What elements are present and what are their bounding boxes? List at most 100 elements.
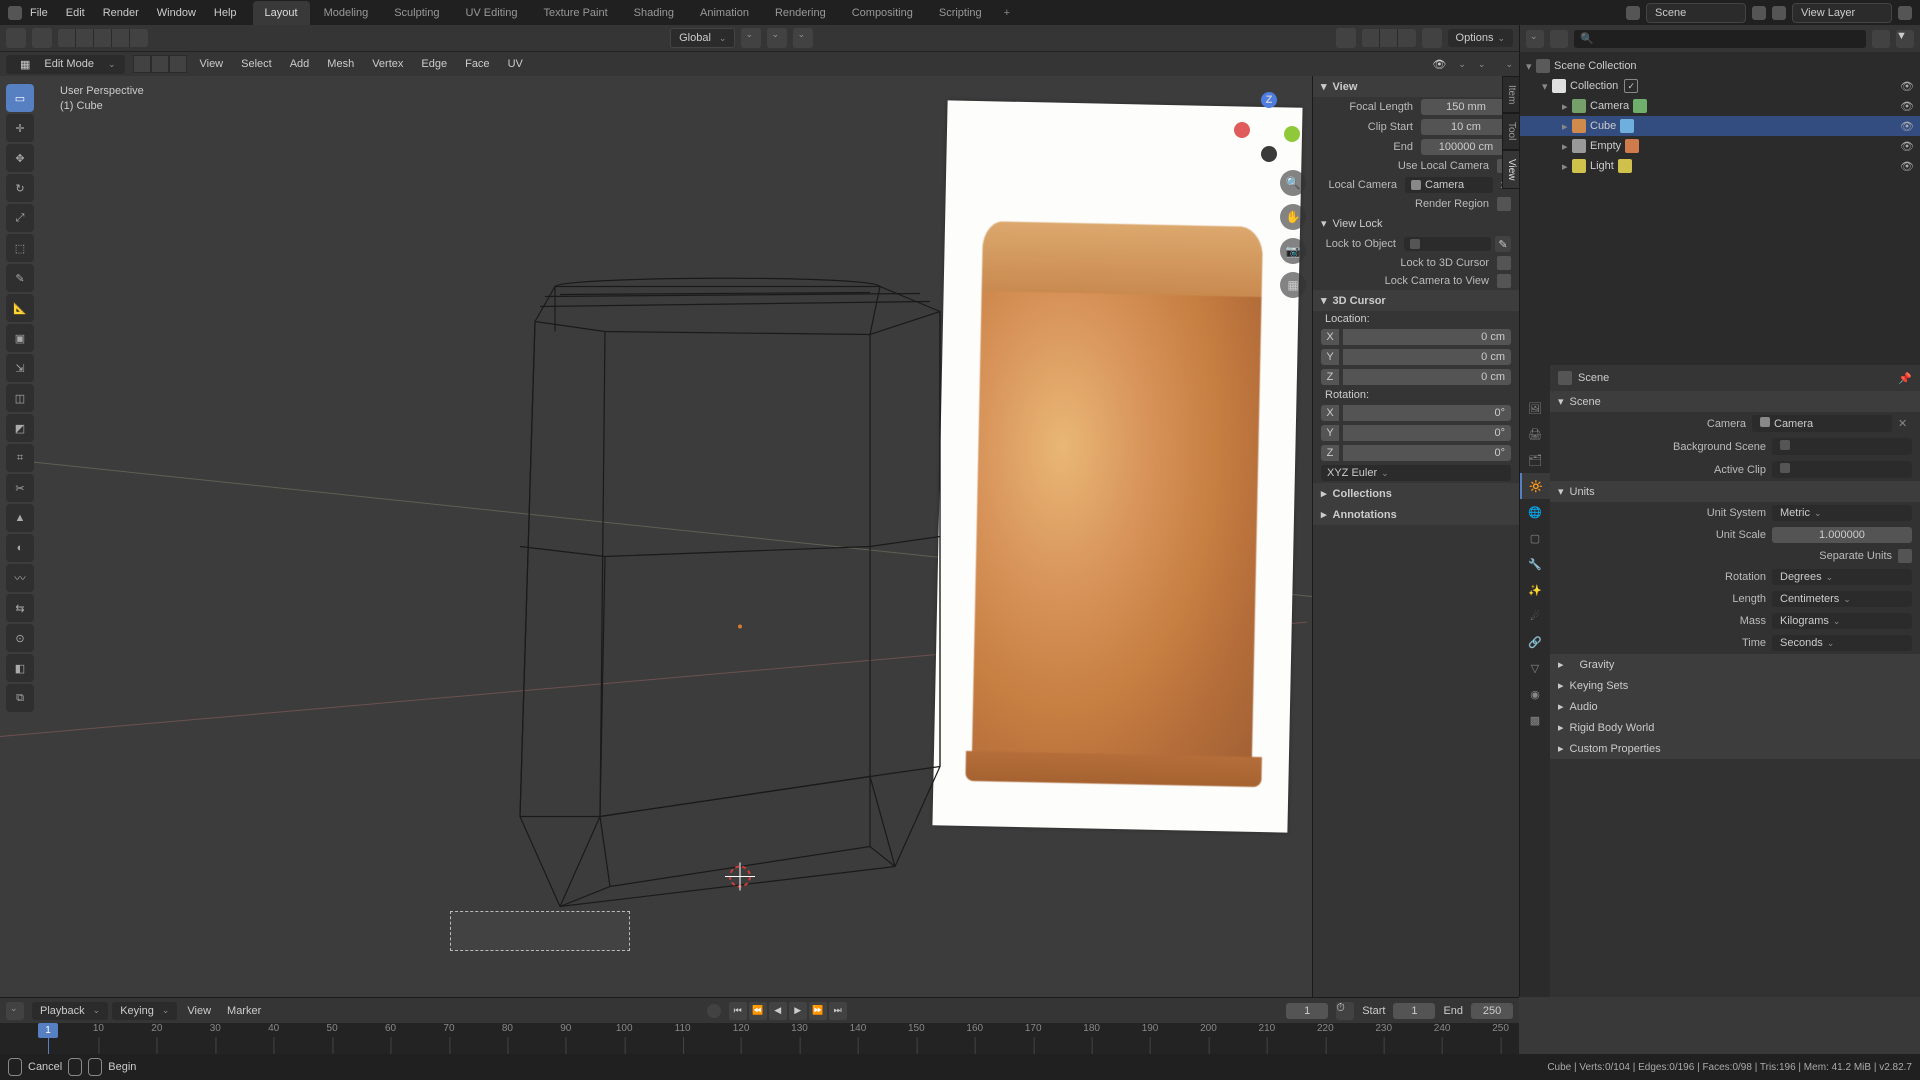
select-mode-group[interactable] bbox=[58, 29, 148, 47]
gizmo-xyz[interactable] bbox=[1362, 29, 1416, 47]
keying-section-header[interactable]: Keying Sets bbox=[1550, 675, 1920, 696]
outliner-filter-toggle-icon[interactable]: ▼ bbox=[1896, 30, 1914, 48]
time-unit-dropdown[interactable]: Seconds bbox=[1772, 635, 1912, 651]
axis-neg-z[interactable] bbox=[1261, 146, 1277, 162]
unit-system-dropdown[interactable]: Metric bbox=[1772, 505, 1912, 521]
background-scene-field[interactable] bbox=[1772, 438, 1912, 455]
end-frame-field[interactable]: 250 bbox=[1471, 1003, 1513, 1019]
3d-viewport[interactable]: User Perspective (1) Cube ▭✛✥↻⤢⬚✎📐▣⇲◫◩⌗✂… bbox=[0, 76, 1312, 997]
autokey-icon[interactable] bbox=[707, 1004, 721, 1018]
rot-x-field[interactable]: 0° bbox=[1343, 405, 1511, 421]
tool-loop-cut[interactable]: ⌗ bbox=[6, 444, 34, 472]
proportional-dropdown[interactable] bbox=[793, 28, 813, 48]
start-frame-field[interactable]: 1 bbox=[1393, 1003, 1435, 1019]
tab-texture-icon[interactable]: ▩ bbox=[1520, 707, 1550, 733]
tab-render-icon[interactable]: 🖼 bbox=[1520, 395, 1550, 421]
workspace-tab-layout[interactable]: Layout bbox=[253, 1, 310, 25]
tool-spin[interactable]: ◐ bbox=[6, 534, 34, 562]
camera-field[interactable]: Camera bbox=[1752, 415, 1892, 432]
pan-icon[interactable]: ✋ bbox=[1280, 204, 1306, 230]
shading-options-icon[interactable] bbox=[1501, 58, 1513, 70]
play-icon[interactable]: ▶ bbox=[789, 1002, 807, 1020]
view-panel-header[interactable]: View bbox=[1313, 76, 1519, 97]
rigid-section-header[interactable]: Rigid Body World bbox=[1550, 717, 1920, 738]
gizmo-toggle-icon[interactable] bbox=[1336, 28, 1356, 48]
menu-help[interactable]: Help bbox=[206, 3, 245, 23]
tool-scale[interactable]: ⤢ bbox=[6, 204, 34, 232]
tool-cursor[interactable]: ✛ bbox=[6, 114, 34, 142]
separate-units-checkbox[interactable] bbox=[1898, 549, 1912, 563]
tab-physics-icon[interactable]: ☄ bbox=[1520, 603, 1550, 629]
timeline-menu-playback[interactable]: Playback bbox=[32, 1002, 108, 1020]
workspace-tab-uv-editing[interactable]: UV Editing bbox=[453, 1, 529, 25]
outliner-filter-icon[interactable] bbox=[1550, 30, 1568, 48]
edit-menu-edge[interactable]: Edge bbox=[417, 58, 451, 70]
mesh-overlay-icon[interactable]: 👁 bbox=[1432, 58, 1446, 71]
menu-file[interactable]: File bbox=[22, 3, 56, 23]
outliner-item-camera[interactable]: ▸Camera👁 bbox=[1520, 96, 1920, 116]
rot-y-field[interactable]: 0° bbox=[1343, 425, 1511, 441]
edit-menu-add[interactable]: Add bbox=[286, 58, 314, 70]
clip-end-field[interactable]: 100000 cm bbox=[1421, 139, 1511, 155]
outliner-item-empty[interactable]: ▸Empty👁 bbox=[1520, 136, 1920, 156]
camera-view-icon[interactable]: 📷 bbox=[1280, 238, 1306, 264]
visibility-icon[interactable]: 👁 bbox=[1900, 119, 1914, 133]
workspace-tab-sculpting[interactable]: Sculpting bbox=[382, 1, 451, 25]
tab-constraint-icon[interactable]: 🔗 bbox=[1520, 629, 1550, 655]
tab-world-icon[interactable]: 🌐 bbox=[1520, 499, 1550, 525]
tool-bevel[interactable]: ◩ bbox=[6, 414, 34, 442]
workspace-tab-shading[interactable]: Shading bbox=[622, 1, 686, 25]
visibility-icon[interactable]: 👁 bbox=[1900, 139, 1914, 153]
loc-x-field[interactable]: 0 cm bbox=[1343, 329, 1511, 345]
axis-y[interactable] bbox=[1284, 126, 1300, 142]
edit-menu-view[interactable]: View bbox=[195, 58, 227, 70]
workspace-tab-animation[interactable]: Animation bbox=[688, 1, 761, 25]
gravity-section-header[interactable]: Gravity bbox=[1550, 654, 1920, 675]
menu-render[interactable]: Render bbox=[95, 3, 147, 23]
pin-icon[interactable]: 📌 bbox=[1898, 372, 1912, 385]
zoom-icon[interactable]: 🔍 bbox=[1280, 170, 1306, 196]
lock-to-object-field[interactable] bbox=[1404, 237, 1491, 251]
tool-measure[interactable]: 📐 bbox=[6, 294, 34, 322]
active-clip-field[interactable] bbox=[1772, 461, 1912, 478]
copy-scene-icon[interactable] bbox=[1752, 6, 1766, 20]
tab-mesh-icon[interactable]: ▽ bbox=[1520, 655, 1550, 681]
axis-x[interactable] bbox=[1234, 122, 1250, 138]
scene-selector[interactable]: Scene bbox=[1646, 3, 1746, 23]
outliner-display-dropdown[interactable] bbox=[1526, 30, 1544, 48]
outliner-scene-collection[interactable]: ▾Scene Collection bbox=[1520, 56, 1920, 76]
tool-annotate[interactable]: ✎ bbox=[6, 264, 34, 292]
rotation-unit-dropdown[interactable]: Degrees bbox=[1772, 569, 1912, 585]
workspace-tab-texture-paint[interactable]: Texture Paint bbox=[531, 1, 619, 25]
lock-camera-checkbox[interactable] bbox=[1497, 274, 1511, 288]
eyedropper-icon[interactable]: ✎ bbox=[1495, 236, 1511, 252]
loc-z-field[interactable]: 0 cm bbox=[1343, 369, 1511, 385]
workspace-tab-modeling[interactable]: Modeling bbox=[312, 1, 381, 25]
tab-tool[interactable]: Tool bbox=[1502, 113, 1520, 149]
cursor-panel-header[interactable]: 3D Cursor bbox=[1313, 290, 1519, 311]
jump-end-icon[interactable]: ⏭ bbox=[829, 1002, 847, 1020]
timeline-menu-view[interactable]: View bbox=[181, 1002, 217, 1020]
outliner-item-light[interactable]: ▸Light👁 bbox=[1520, 156, 1920, 176]
shading-dropdown[interactable] bbox=[1454, 58, 1466, 70]
lock-to-cursor-checkbox[interactable] bbox=[1497, 256, 1511, 270]
tool-poly-build[interactable]: ▲ bbox=[6, 504, 34, 532]
next-key-icon[interactable]: ⏩ bbox=[809, 1002, 827, 1020]
jump-start-icon[interactable]: ⏮ bbox=[729, 1002, 747, 1020]
timeline-editor-icon[interactable] bbox=[6, 1002, 24, 1020]
clip-start-field[interactable]: 10 cm bbox=[1421, 119, 1511, 135]
prev-key-icon[interactable]: ⏪ bbox=[749, 1002, 767, 1020]
local-camera-field[interactable]: Camera bbox=[1405, 177, 1493, 193]
clear-icon[interactable]: ✕ bbox=[1898, 417, 1912, 430]
tab-particle-icon[interactable]: ✨ bbox=[1520, 577, 1550, 603]
tab-view[interactable]: View bbox=[1502, 150, 1520, 190]
visibility-icon[interactable]: 👁 bbox=[1900, 159, 1914, 173]
collection-exclude-checkbox[interactable]: ✓ bbox=[1624, 79, 1638, 93]
timeline-ruler[interactable]: 1 10203040506070809010011012013014015016… bbox=[0, 1023, 1519, 1055]
tab-scene-icon[interactable]: 🔆 bbox=[1520, 473, 1550, 499]
outliner-collection[interactable]: ▾Collection✓👁 bbox=[1520, 76, 1920, 96]
unit-scale-field[interactable]: 1.000000 bbox=[1772, 527, 1912, 543]
snap-dropdown[interactable] bbox=[767, 28, 787, 48]
tool-smooth[interactable]: 〰 bbox=[6, 564, 34, 592]
custom-section-header[interactable]: Custom Properties bbox=[1550, 738, 1920, 759]
